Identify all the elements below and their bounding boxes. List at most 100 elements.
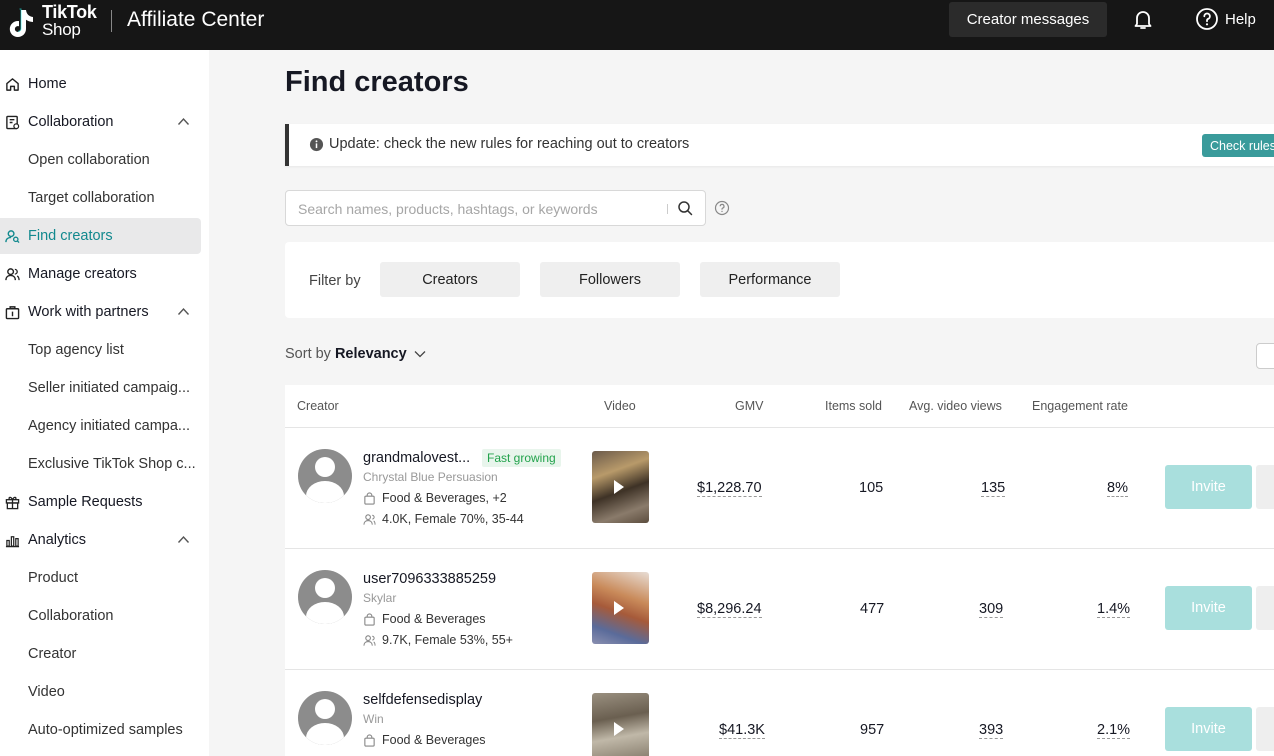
sidebar-item-work-with-partners[interactable]: Work with partners	[0, 294, 201, 330]
creators-table: Creator Video GMV Items sold Avg. video …	[285, 385, 1274, 756]
sidebar-item-open-collaboration[interactable]: Open collaboration	[0, 142, 201, 178]
avg-views-value[interactable]: 309	[979, 601, 1004, 618]
search-help-icon[interactable]	[714, 200, 730, 216]
audience-text: 4.0K, Female 70%, 35-44	[382, 512, 524, 526]
sidebar-item-target-collaboration[interactable]: Target collaboration	[0, 180, 201, 216]
sidebar-item-auto-optimized-samples[interactable]: Auto-optimized samples	[0, 712, 201, 748]
creator-name[interactable]: grandmalovest...	[363, 450, 470, 466]
engagement-value[interactable]: 8%	[1107, 480, 1128, 497]
sidebar-item-analytics-collaboration[interactable]: Collaboration	[0, 598, 201, 634]
analytics-icon	[5, 536, 20, 548]
creator-audience: 4.0K, Female 70%, 35-44	[363, 512, 524, 526]
info-icon	[309, 137, 324, 152]
creator-category: Food & Beverages	[363, 612, 486, 626]
sidebar: Home Collaboration Open collaboration Ta…	[0, 50, 209, 756]
table-row[interactable]: selfdefensedisplay Win Food & Beverages …	[285, 670, 1274, 756]
sidebar-item-product[interactable]: Product	[0, 560, 201, 596]
creator-messages-button[interactable]: Creator messages	[949, 2, 1107, 37]
sidebar-item-home[interactable]: Home	[0, 66, 201, 102]
top-bar: TikTok Shop Affiliate Center Creator mes…	[0, 0, 1274, 50]
sidebar-item-label: Manage creators	[28, 266, 137, 282]
creator-name[interactable]: user7096333885259	[363, 571, 496, 587]
engagement-value[interactable]: 2.1%	[1097, 722, 1131, 739]
avatar[interactable]	[298, 449, 352, 503]
header-divider	[111, 10, 112, 32]
engagement-value[interactable]: 1.4%	[1097, 601, 1131, 618]
help-link[interactable]: Help	[1195, 7, 1256, 31]
items-sold-value: 957	[860, 722, 885, 738]
avg-views-value[interactable]: 135	[981, 480, 1006, 497]
category-text: Food & Beverages	[382, 612, 486, 626]
followers-icon	[363, 634, 376, 646]
question-circle-icon	[1196, 8, 1218, 30]
invite-button[interactable]: Invite	[1165, 586, 1252, 630]
avatar[interactable]	[298, 570, 352, 624]
check-rules-button[interactable]: Check rules	[1202, 134, 1274, 157]
column-header-engagement-rate: Engagement rate	[1032, 399, 1128, 413]
followers-icon	[363, 513, 376, 525]
gift-icon	[5, 496, 20, 510]
search-input[interactable]: Search names, products, hashtags, or key…	[285, 190, 706, 226]
logo-line1: TikTok	[42, 2, 97, 22]
sidebar-item-exclusive[interactable]: Exclusive TikTok Shop c...	[0, 446, 201, 482]
sidebar-item-label: Find creators	[28, 228, 113, 244]
filter-creators-button[interactable]: Creators	[380, 262, 520, 297]
column-header-items-sold: Items sold	[825, 399, 882, 413]
gmv-value[interactable]: $1,228.70	[697, 480, 762, 497]
tiktok-shop-logo[interactable]: TikTok Shop	[4, 2, 100, 46]
search-divider	[667, 204, 668, 214]
partners-icon	[5, 306, 20, 320]
more-actions-button[interactable]	[1256, 465, 1274, 509]
filter-followers-button[interactable]: Followers	[540, 262, 680, 297]
column-header-gmv: GMV	[735, 399, 764, 413]
tiktok-note-icon	[9, 8, 34, 37]
gmv-value[interactable]: $8,296.24	[697, 601, 762, 618]
column-header-avg-video-views: Avg. video views	[909, 399, 1002, 413]
audience-text: 9.7K, Female 53%, 55+	[382, 633, 513, 647]
chevron-up-icon[interactable]	[177, 307, 190, 316]
avatar[interactable]	[298, 691, 352, 745]
sidebar-item-video[interactable]: Video	[0, 674, 201, 710]
chevron-up-icon[interactable]	[177, 117, 190, 126]
column-header-video: Video	[604, 399, 636, 413]
sidebar-item-label: Video	[28, 684, 65, 700]
creator-subtitle: Win	[363, 712, 384, 726]
sidebar-item-collaboration[interactable]: Collaboration	[0, 104, 201, 140]
sidebar-item-analytics[interactable]: Analytics	[0, 522, 201, 558]
filter-performance-button[interactable]: Performance	[700, 262, 840, 297]
invite-button[interactable]: Invite	[1165, 707, 1252, 751]
sidebar-item-label: Product	[28, 570, 78, 586]
sidebar-item-seller-initiated[interactable]: Seller initiated campaig...	[0, 370, 201, 406]
more-actions-button[interactable]	[1256, 586, 1274, 630]
more-actions-button[interactable]	[1256, 707, 1274, 751]
creator-subtitle: Chrystal Blue Persuasion	[363, 470, 498, 484]
category-text: Food & Beverages	[382, 733, 486, 747]
sidebar-item-creator[interactable]: Creator	[0, 636, 201, 672]
avg-views-value[interactable]: 393	[979, 722, 1004, 739]
sidebar-item-agency-initiated[interactable]: Agency initiated campa...	[0, 408, 201, 444]
find-creators-icon	[5, 230, 20, 244]
sidebar-item-top-agency-list[interactable]: Top agency list	[0, 332, 201, 368]
creator-name[interactable]: selfdefensedisplay	[363, 692, 482, 708]
gmv-value[interactable]: $41.3K	[719, 722, 765, 739]
filter-label: Filter by	[309, 273, 361, 289]
sidebar-item-sample-requests[interactable]: Sample Requests	[0, 484, 201, 520]
view-toggle-button[interactable]	[1256, 343, 1274, 369]
chevron-up-icon[interactable]	[177, 535, 190, 544]
sort-dropdown[interactable]: Sort by Relevancy	[285, 346, 426, 362]
table-row[interactable]: grandmalovest... Fast growing Chrystal B…	[285, 428, 1274, 549]
sort-label: Sort by	[285, 346, 331, 362]
invite-button[interactable]: Invite	[1165, 465, 1252, 509]
video-thumbnail[interactable]	[592, 451, 649, 523]
sidebar-item-label: Creator	[28, 646, 77, 662]
search-icon[interactable]	[677, 200, 693, 216]
sidebar-item-manage-creators[interactable]: Manage creators	[0, 256, 201, 292]
sidebar-item-label: Open collaboration	[28, 152, 150, 168]
sidebar-item-find-creators[interactable]: Find creators	[0, 218, 201, 254]
sidebar-item-label: Top agency list	[28, 342, 124, 358]
table-row[interactable]: user7096333885259 Skylar Food & Beverage…	[285, 549, 1274, 670]
bell-icon[interactable]	[1131, 7, 1155, 31]
video-thumbnail[interactable]	[592, 572, 649, 644]
video-thumbnail[interactable]	[592, 693, 649, 756]
sidebar-item-label: Target collaboration	[28, 190, 155, 206]
